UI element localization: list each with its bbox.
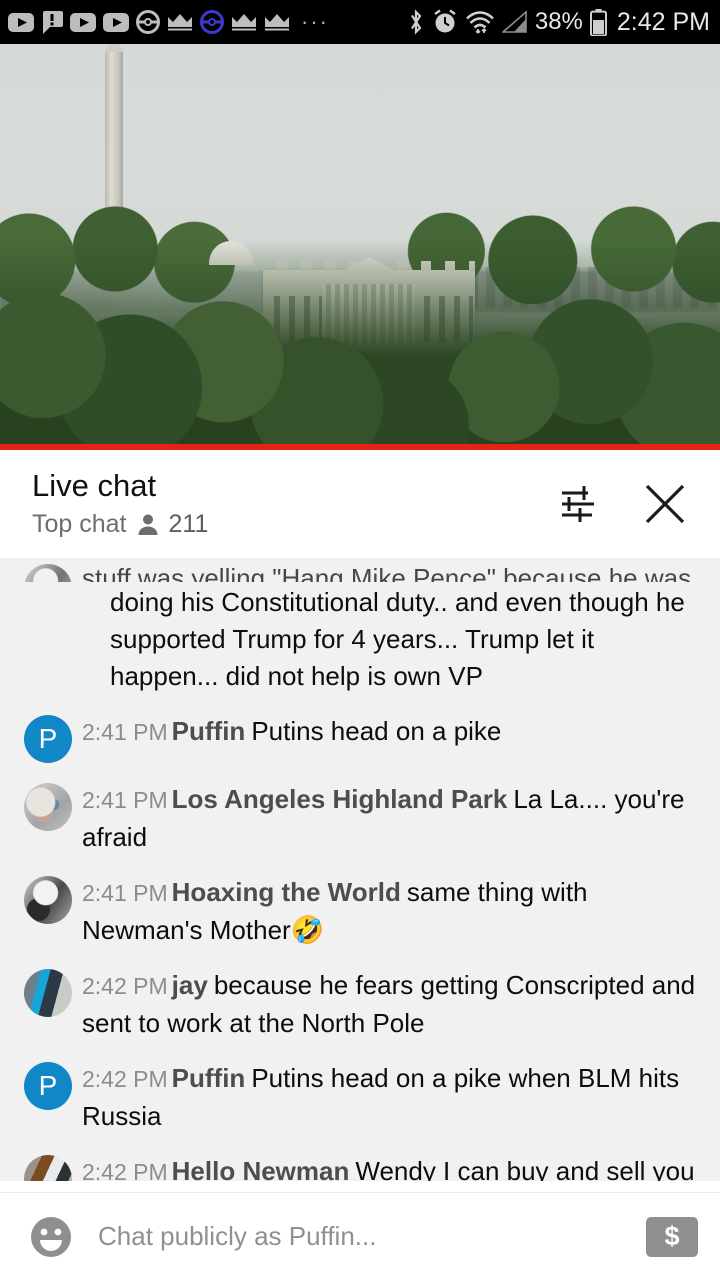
message-author[interactable]: Puffin xyxy=(172,1063,246,1093)
emoji-laughing-icon: 🤣 xyxy=(290,915,325,945)
message-author[interactable]: Los Angeles Highland Park xyxy=(172,784,508,814)
message-timestamp: 2:42 PM xyxy=(82,973,168,999)
message-author[interactable]: Hello Newman xyxy=(172,1156,350,1181)
chat-header-actions xyxy=(558,481,698,527)
avatar[interactable] xyxy=(24,969,72,1017)
message-text: 2:42 PM Puffin Putins head on a pike when … xyxy=(82,1058,702,1135)
live-chat-header: Live chat Top chat 211 xyxy=(0,450,720,558)
avatar[interactable]: P xyxy=(24,715,72,763)
chat-message[interactable]: 2:42 PM jay because he fears getting Consc… xyxy=(0,965,720,1042)
chat-message[interactable]: 2:42 PM Hello Newman Wendy I can buy and s… xyxy=(0,1151,720,1181)
message-text: stuff was yelling "Hang Mike Pence" beca… xyxy=(82,563,692,582)
signal-icon xyxy=(501,10,528,34)
wifi-icon xyxy=(465,10,495,34)
page-title: Live chat xyxy=(32,468,157,504)
chat-message[interactable]: 2:41 PM Los Angeles Highland Park La La...… xyxy=(0,779,720,856)
pokeball-icon xyxy=(136,10,160,34)
status-bar-system: 38% 2:42 PM xyxy=(407,8,710,37)
avatar[interactable] xyxy=(24,876,72,924)
message-text: 2:41 PM Los Angeles Highland Park La La...… xyxy=(82,779,702,856)
person-icon xyxy=(137,513,159,536)
youtube-icon xyxy=(103,12,129,32)
message-timestamp: 2:41 PM xyxy=(82,719,168,745)
avatar[interactable] xyxy=(24,783,72,831)
chat-input[interactable]: Chat publicly as Puffin... xyxy=(74,1221,646,1252)
viewer-count: 211 xyxy=(168,509,209,538)
video-progress-bar[interactable] xyxy=(0,444,720,450)
chat-message-clipped: stuff was yelling "Hang Mike Pence" beca… xyxy=(0,560,720,582)
message-text: 2:42 PM jay because he fears getting Consc… xyxy=(82,965,702,1042)
battery-icon xyxy=(589,8,607,36)
bluetooth-icon xyxy=(407,9,425,35)
message-body: Wendy I can buy and sell you xyxy=(355,1156,695,1181)
chat-message[interactable]: P 2:42 PM Puffin Putins head on a pike whe… xyxy=(0,1058,720,1135)
foreground-trees xyxy=(0,240,720,450)
video-progress-fill xyxy=(0,444,720,450)
avatar[interactable]: P xyxy=(24,1062,72,1110)
message-text: doing his Constitutional duty.. and even… xyxy=(110,587,685,691)
chat-alert-icon xyxy=(41,10,63,34)
message-author[interactable]: jay xyxy=(172,970,208,1000)
message-text: 2:42 PM Hello Newman Wendy I can buy and s… xyxy=(82,1151,702,1181)
youtube-icon xyxy=(8,12,34,32)
message-timestamp: 2:41 PM xyxy=(82,880,168,906)
superchat-button[interactable]: $ xyxy=(646,1216,698,1257)
chat-message-list[interactable]: stuff was yelling "Hang Mike Pence" beca… xyxy=(0,558,720,1181)
close-icon[interactable] xyxy=(642,481,688,527)
chat-header-titles: Live chat Top chat 211 xyxy=(32,468,558,539)
avatar[interactable] xyxy=(24,1155,72,1181)
chat-mode-label[interactable]: Top chat xyxy=(32,510,127,539)
message-body: Putins head on a pike xyxy=(251,716,502,746)
chat-message[interactable]: P 2:41 PM Puffin Putins head on a pike xyxy=(0,711,720,763)
avatar[interactable] xyxy=(24,564,72,582)
crown-icon xyxy=(264,13,290,31)
pokeball-blue-icon xyxy=(200,10,224,34)
crown-icon xyxy=(231,13,257,31)
app-root: ··· 38% 2:42 PM Live chat Top chat 211 s… xyxy=(0,0,720,1280)
dollar-icon: $ xyxy=(664,1221,680,1251)
message-timestamp: 2:42 PM xyxy=(82,1066,168,1092)
message-author[interactable]: Puffin xyxy=(172,716,246,746)
clock-time: 2:42 PM xyxy=(616,7,710,36)
message-timestamp: 2:41 PM xyxy=(82,787,168,813)
sliders-icon[interactable] xyxy=(558,484,602,524)
video-player[interactable] xyxy=(0,44,720,450)
youtube-icon xyxy=(70,12,96,32)
chat-subheader[interactable]: Top chat 211 xyxy=(32,510,558,539)
message-text: 2:41 PM Puffin Putins head on a pike xyxy=(82,711,702,763)
message-author[interactable]: Hoaxing the World xyxy=(172,877,401,907)
message-text: 2:41 PM Hoaxing the World same thing with … xyxy=(82,872,702,949)
chat-composer: Chat publicly as Puffin... $ xyxy=(0,1192,720,1280)
overflow-dots: ··· xyxy=(301,9,329,34)
chat-message[interactable]: 2:41 PM Hoaxing the World same thing with … xyxy=(0,872,720,949)
status-bar-notifications: ··· xyxy=(8,9,407,35)
message-timestamp: 2:42 PM xyxy=(82,1159,168,1181)
alarm-icon xyxy=(432,9,458,35)
emoji-smiley-icon[interactable] xyxy=(28,1214,74,1260)
chat-message-continuation: doing his Constitutional duty.. and even… xyxy=(0,582,720,695)
status-bar: ··· 38% 2:42 PM xyxy=(0,0,720,44)
crown-icon xyxy=(167,13,193,31)
battery-percent: 38% xyxy=(534,8,583,35)
